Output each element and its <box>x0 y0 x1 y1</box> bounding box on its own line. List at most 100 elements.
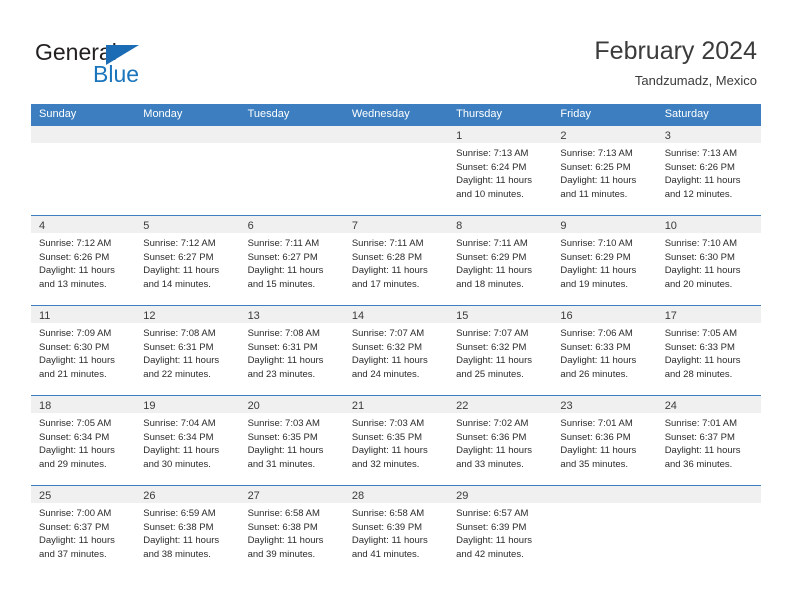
day-cell[interactable]: 28 Sunrise: 6:58 AM Sunset: 6:39 PM Dayl… <box>343 486 449 575</box>
daylight-text-line2: and 33 minutes. <box>456 458 524 470</box>
sunset-text: Sunset: 6:29 PM <box>456 251 527 263</box>
weekday-header-monday: Monday <box>143 108 183 120</box>
day-number-band: 4 <box>31 216 136 233</box>
daylight-text-line2: and 39 minutes. <box>247 548 316 560</box>
daylight-text-line1: Daylight: 11 hours <box>39 355 115 367</box>
day-cell[interactable] <box>656 486 761 575</box>
week-row: 18 Sunrise: 7:05 AM Sunset: 6:34 PM Dayl… <box>31 395 761 485</box>
day-details: Sunrise: 7:07 AM Sunset: 6:32 PM Dayligh… <box>344 323 448 381</box>
day-cell[interactable] <box>135 126 240 215</box>
day-cell[interactable]: 29 Sunrise: 6:57 AM Sunset: 6:39 PM Dayl… <box>448 486 553 575</box>
day-cell[interactable]: 15 Sunrise: 7:07 AM Sunset: 6:32 PM Dayl… <box>448 306 553 395</box>
sunrise-text: Sunrise: 7:08 AM <box>143 328 216 339</box>
day-cell[interactable]: 6 Sunrise: 7:11 AM Sunset: 6:27 PM Dayli… <box>239 216 344 305</box>
daylight-text-line1: Daylight: 11 hours <box>39 535 115 547</box>
sunrise-text: Sunrise: 7:01 AM <box>664 418 738 429</box>
page-subtitle: Tandzumadz, Mexico <box>634 73 757 88</box>
day-cell[interactable]: 8 Sunrise: 7:11 AM Sunset: 6:29 PM Dayli… <box>448 216 553 305</box>
day-cell[interactable] <box>31 126 136 215</box>
day-details: Sunrise: 7:01 AM Sunset: 6:37 PM Dayligh… <box>657 413 761 471</box>
day-number-band: 17 <box>656 306 761 323</box>
day-cell[interactable]: 24 Sunrise: 7:01 AM Sunset: 6:37 PM Dayl… <box>656 396 761 485</box>
day-details: Sunrise: 7:05 AM Sunset: 6:33 PM Dayligh… <box>657 323 761 381</box>
sunrise-text: Sunrise: 7:01 AM <box>560 418 633 429</box>
day-details: Sunrise: 6:59 AM Sunset: 6:38 PM Dayligh… <box>135 503 239 561</box>
day-cell[interactable]: 10 Sunrise: 7:10 AM Sunset: 6:30 PM Dayl… <box>656 216 761 305</box>
sunrise-text: Sunrise: 6:58 AM <box>247 508 320 519</box>
day-number-band <box>343 126 449 143</box>
day-details: Sunrise: 7:11 AM Sunset: 6:29 PM Dayligh… <box>448 233 552 291</box>
daylight-text-line1: Daylight: 11 hours <box>247 265 324 277</box>
day-details <box>344 143 448 147</box>
daylight-text-line1: Daylight: 11 hours <box>456 445 532 457</box>
day-cell[interactable]: 14 Sunrise: 7:07 AM Sunset: 6:32 PM Dayl… <box>343 306 449 395</box>
day-cell[interactable]: 4 Sunrise: 7:12 AM Sunset: 6:26 PM Dayli… <box>31 216 136 305</box>
sunset-text: Sunset: 6:28 PM <box>351 251 423 263</box>
sunrise-text: Sunrise: 6:57 AM <box>456 508 529 519</box>
day-cell[interactable] <box>239 126 344 215</box>
day-details: Sunrise: 7:08 AM Sunset: 6:31 PM Dayligh… <box>135 323 239 381</box>
sunrise-text: Sunrise: 7:02 AM <box>456 418 529 429</box>
day-number: 28 <box>351 490 365 502</box>
weekday-header-saturday: Saturday <box>664 108 709 120</box>
daylight-text-line1: Daylight: 11 hours <box>560 175 637 187</box>
sunrise-text: Sunrise: 7:11 AM <box>247 238 320 249</box>
sunset-text: Sunset: 6:32 PM <box>456 341 527 353</box>
day-details <box>657 503 761 507</box>
daylight-text-line1: Daylight: 11 hours <box>560 445 637 457</box>
day-cell[interactable]: 19 Sunrise: 7:04 AM Sunset: 6:34 PM Dayl… <box>135 396 240 485</box>
sunset-text: Sunset: 6:39 PM <box>351 521 423 533</box>
day-cell[interactable]: 20 Sunrise: 7:03 AM Sunset: 6:35 PM Dayl… <box>239 396 344 485</box>
day-cell[interactable] <box>343 126 449 215</box>
day-cell[interactable]: 13 Sunrise: 7:08 AM Sunset: 6:31 PM Dayl… <box>239 306 344 395</box>
sunrise-text: Sunrise: 7:12 AM <box>39 238 112 249</box>
day-cell[interactable]: 18 Sunrise: 7:05 AM Sunset: 6:34 PM Dayl… <box>31 396 136 485</box>
daylight-text-line2: and 31 minutes. <box>247 458 316 470</box>
daylight-text-line2: and 24 minutes. <box>351 368 420 380</box>
sunrise-text: Sunrise: 7:11 AM <box>456 238 528 249</box>
daylight-text-line1: Daylight: 11 hours <box>664 175 741 187</box>
daylight-text-line1: Daylight: 11 hours <box>351 355 428 367</box>
day-cell[interactable]: 22 Sunrise: 7:02 AM Sunset: 6:36 PM Dayl… <box>448 396 553 485</box>
week-row: 1 Sunrise: 7:13 AM Sunset: 6:24 PM Dayli… <box>31 125 761 215</box>
daylight-text-line2: and 21 minutes. <box>39 368 107 380</box>
day-cell[interactable]: 2 Sunrise: 7:13 AM Sunset: 6:25 PM Dayli… <box>552 126 657 215</box>
daylight-text-line1: Daylight: 11 hours <box>560 355 637 367</box>
day-number: 20 <box>247 400 260 412</box>
sunrise-text: Sunrise: 7:04 AM <box>143 418 216 429</box>
daylight-text-line2: and 25 minutes. <box>456 368 524 380</box>
day-number-band: 20 <box>239 396 344 413</box>
day-cell[interactable]: 27 Sunrise: 6:58 AM Sunset: 6:38 PM Dayl… <box>239 486 344 575</box>
day-cell[interactable]: 5 Sunrise: 7:12 AM Sunset: 6:27 PM Dayli… <box>135 216 240 305</box>
week-row: 11 Sunrise: 7:09 AM Sunset: 6:30 PM Dayl… <box>31 305 761 395</box>
day-number-band <box>31 126 136 143</box>
brand-logo[interactable]: General Blue <box>35 40 215 90</box>
sunset-text: Sunset: 6:39 PM <box>456 521 527 533</box>
day-cell[interactable]: 12 Sunrise: 7:08 AM Sunset: 6:31 PM Dayl… <box>135 306 240 395</box>
sunrise-text: Sunrise: 7:05 AM <box>664 328 738 339</box>
day-cell[interactable]: 25 Sunrise: 7:00 AM Sunset: 6:37 PM Dayl… <box>31 486 136 575</box>
day-cell[interactable]: 21 Sunrise: 7:03 AM Sunset: 6:35 PM Dayl… <box>343 396 449 485</box>
day-cell[interactable]: 26 Sunrise: 6:59 AM Sunset: 6:38 PM Dayl… <box>135 486 240 575</box>
weekday-header-friday: Friday <box>560 108 591 120</box>
day-cell[interactable]: 17 Sunrise: 7:05 AM Sunset: 6:33 PM Dayl… <box>656 306 761 395</box>
day-cell[interactable]: 11 Sunrise: 7:09 AM Sunset: 6:30 PM Dayl… <box>31 306 136 395</box>
day-cell[interactable]: 7 Sunrise: 7:11 AM Sunset: 6:28 PM Dayli… <box>343 216 449 305</box>
daylight-text-line2: and 30 minutes. <box>143 458 211 470</box>
day-cell[interactable]: 16 Sunrise: 7:06 AM Sunset: 6:33 PM Dayl… <box>552 306 657 395</box>
sunrise-text: Sunrise: 7:10 AM <box>664 238 738 249</box>
day-number: 10 <box>664 220 677 232</box>
day-cell[interactable]: 23 Sunrise: 7:01 AM Sunset: 6:36 PM Dayl… <box>552 396 657 485</box>
day-cell[interactable] <box>552 486 657 575</box>
day-cell[interactable]: 9 Sunrise: 7:10 AM Sunset: 6:29 PM Dayli… <box>552 216 657 305</box>
day-cell[interactable]: 3 Sunrise: 7:13 AM Sunset: 6:26 PM Dayli… <box>656 126 761 215</box>
sunrise-text: Sunrise: 7:00 AM <box>39 508 112 519</box>
day-number-band: 7 <box>343 216 449 233</box>
daylight-text-line1: Daylight: 11 hours <box>351 535 428 547</box>
day-number: 12 <box>143 310 156 322</box>
sunset-text: Sunset: 6:29 PM <box>560 251 631 263</box>
day-cell[interactable]: 1 Sunrise: 7:13 AM Sunset: 6:24 PM Dayli… <box>448 126 553 215</box>
day-number: 19 <box>143 400 156 412</box>
calendar-page: General Blue February 2024 Tandzumadz, M… <box>0 0 792 612</box>
day-number: 8 <box>456 220 463 232</box>
